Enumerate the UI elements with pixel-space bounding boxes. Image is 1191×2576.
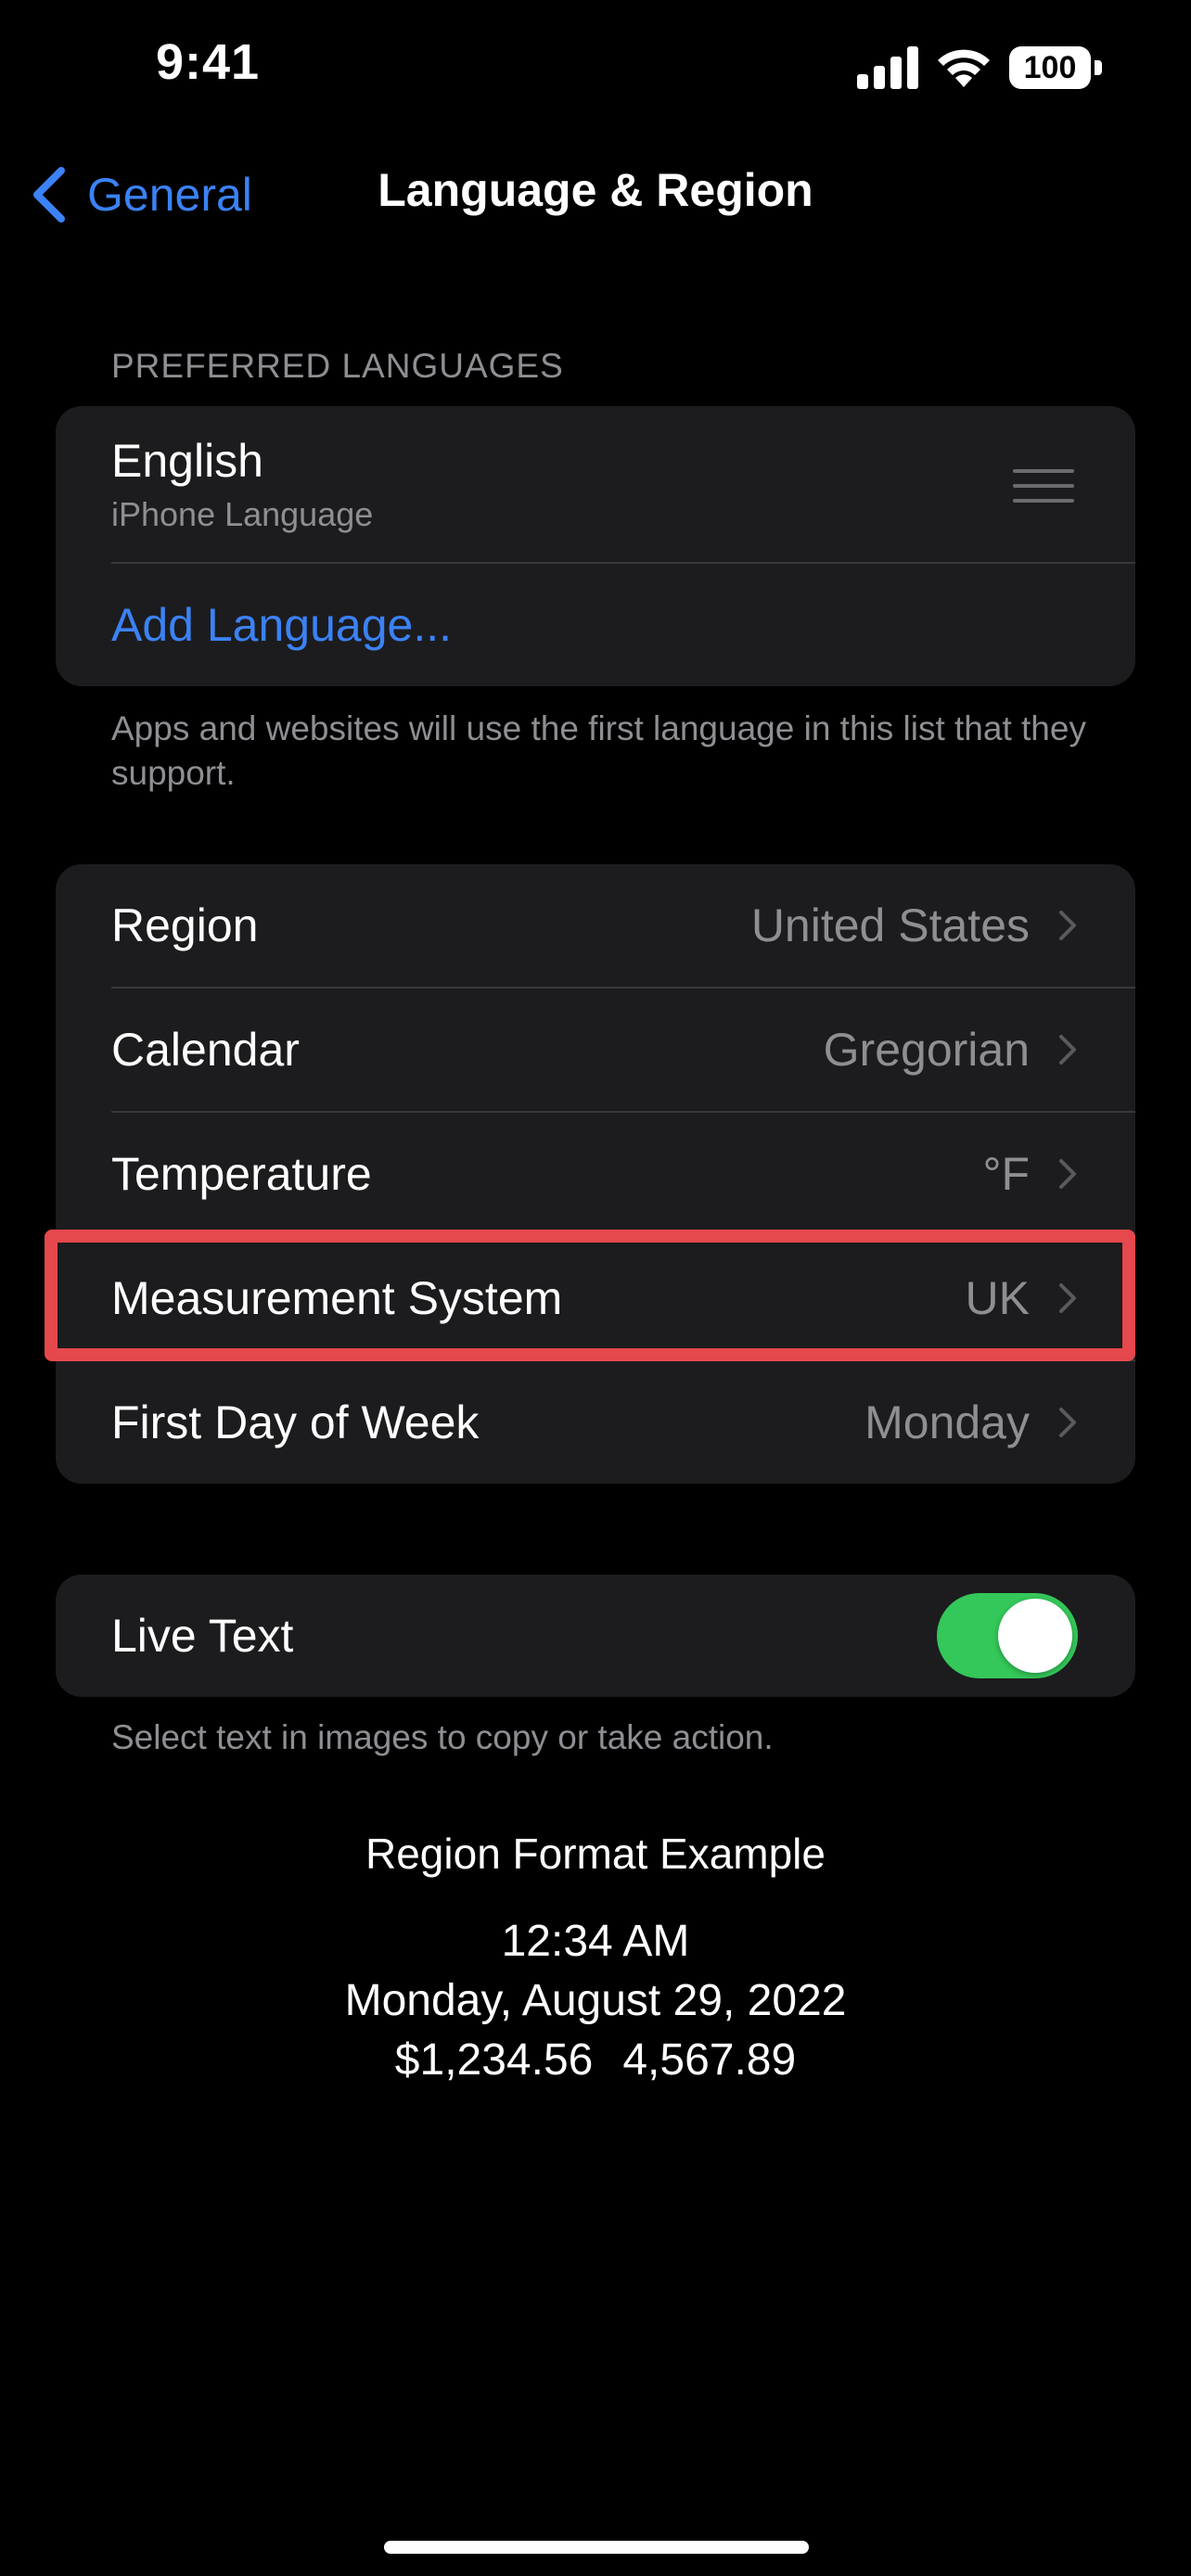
languages-footnote: Apps and websites will use the first lan…	[111, 709, 1086, 792]
setting-value: United States	[750, 899, 1030, 951]
live-text-row: Live Text	[56, 1575, 1135, 1697]
region-settings-card: Region United States Calendar Gregorian Temp…	[56, 864, 1135, 1484]
home-indicator[interactable]	[384, 2541, 809, 2554]
language-name: English	[111, 435, 263, 487]
setting-label: First Day of Week	[111, 1396, 480, 1448]
language-row-english[interactable]: English iPhone Language	[56, 406, 1135, 562]
live-text-label: Live Text	[111, 1610, 294, 1662]
chevron-right-icon	[1059, 1159, 1076, 1189]
region-format-number: 4,567.89	[622, 2035, 797, 2085]
highlight-box	[45, 1230, 1135, 1361]
region-format-title: Region Format Example	[365, 1830, 826, 1878]
chevron-right-icon	[1059, 911, 1076, 940]
toggle-knob	[998, 1599, 1072, 1673]
setting-row-temperature[interactable]: Temperature °F	[56, 1113, 1135, 1235]
region-format-time: 12:34 AM	[501, 1917, 690, 1966]
region-format-numbers: $1,234.56 4,567.89	[0, 2034, 1191, 2085]
region-format-currency: $1,234.56	[394, 2035, 594, 2085]
page-title: Language & Region	[378, 164, 813, 216]
language-subtitle: iPhone Language	[111, 495, 374, 533]
setting-value: °F	[982, 1148, 1030, 1200]
chevron-right-icon	[1059, 1035, 1076, 1065]
live-text-card: Live Text	[56, 1575, 1135, 1697]
preferred-languages-card: English iPhone Language Add Language...	[56, 406, 1135, 686]
status-time: 9:41	[156, 34, 261, 90]
setting-label: Temperature	[111, 1148, 372, 1200]
region-format-date: Monday, August 29, 2022	[344, 1976, 847, 2025]
wifi-icon	[938, 49, 990, 87]
setting-row-first-day-of-week[interactable]: First Day of Week Monday	[56, 1361, 1135, 1484]
setting-label: Calendar	[111, 1024, 300, 1076]
setting-value: Gregorian	[823, 1024, 1030, 1076]
battery-icon: 100	[1009, 46, 1104, 89]
battery-level: 100	[1009, 46, 1091, 89]
live-text-toggle[interactable]	[937, 1593, 1078, 1678]
setting-value: Monday	[864, 1396, 1030, 1448]
setting-label: Region	[111, 899, 259, 951]
cellular-signal-icon	[857, 46, 918, 89]
setting-row-region[interactable]: Region United States	[56, 864, 1135, 987]
preferred-languages-header: PREFERRED LANGUAGES	[111, 347, 564, 385]
setting-row-calendar[interactable]: Calendar Gregorian	[56, 988, 1135, 1111]
add-language-label: Add Language...	[111, 599, 452, 651]
live-text-footnote: Select text in images to copy or take ac…	[111, 1718, 774, 1756]
add-language-button[interactable]: Add Language...	[56, 564, 1135, 686]
chevron-right-icon	[1059, 1408, 1076, 1437]
reorder-handle-icon[interactable]	[1013, 469, 1074, 503]
